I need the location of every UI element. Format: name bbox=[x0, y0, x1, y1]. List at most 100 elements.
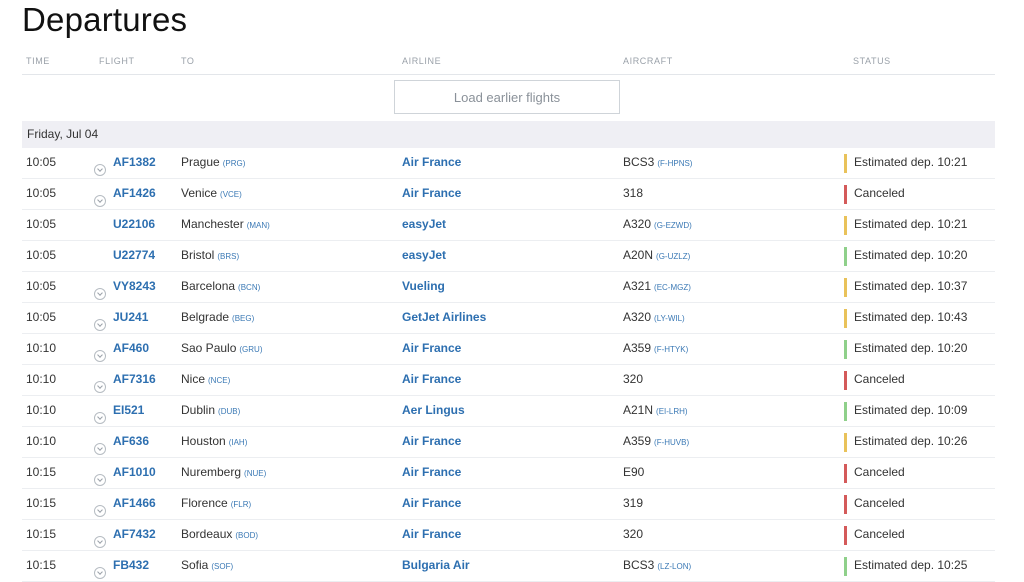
aircraft-registration[interactable]: (G-UZLZ) bbox=[656, 252, 690, 261]
flight-number-link[interactable]: U22774 bbox=[113, 241, 155, 271]
chevron-down-icon[interactable] bbox=[94, 350, 106, 362]
aircraft-type: BCS3 bbox=[623, 155, 655, 169]
aircraft-registration[interactable]: (F-HTYK) bbox=[654, 345, 688, 354]
chevron-down-icon[interactable] bbox=[94, 381, 106, 393]
airline-link[interactable]: Air France bbox=[402, 458, 461, 488]
flight-number-link[interactable]: VY8243 bbox=[113, 272, 156, 302]
aircraft: 319 bbox=[623, 489, 643, 519]
table-row[interactable]: 10:15 AF7432 Bordeaux (BOD) Air France 320 Can… bbox=[22, 520, 995, 551]
aircraft-type: E90 bbox=[623, 465, 645, 479]
airline-link[interactable]: GetJet Airlines bbox=[402, 303, 486, 333]
aircraft-registration[interactable]: (F-HPNS) bbox=[657, 159, 692, 168]
airline-link[interactable]: Air France bbox=[402, 334, 461, 364]
destination-city: Dublin bbox=[181, 403, 216, 417]
destination: Florence (FLR) bbox=[181, 489, 251, 519]
table-row[interactable]: 10:10 AF636 Houston (IAH) Air France A359 (F-H… bbox=[22, 427, 995, 458]
table-row[interactable]: 10:05 AF1426 Venice (VCE) Air France 318 Cance… bbox=[22, 179, 995, 210]
chevron-down-icon[interactable] bbox=[94, 443, 106, 455]
airline-link[interactable]: Air France bbox=[402, 489, 461, 519]
page-title: Departures bbox=[22, 1, 188, 38]
departure-time: 10:05 bbox=[26, 310, 57, 324]
flight-number-link[interactable]: AF7432 bbox=[113, 520, 156, 550]
flight-number-link[interactable]: JU241 bbox=[113, 303, 148, 333]
expand-row-toggle[interactable] bbox=[94, 559, 106, 579]
chevron-down-icon[interactable] bbox=[94, 505, 106, 517]
destination-city: Florence bbox=[181, 496, 228, 510]
expand-row-toggle[interactable] bbox=[94, 373, 106, 393]
table-row[interactable]: 10:10 EI521 Dublin (DUB) Aer Lingus A21N (EI-L… bbox=[22, 396, 995, 427]
expand-row-toggle[interactable] bbox=[94, 280, 106, 300]
flight-number-link[interactable]: AF1426 bbox=[113, 179, 156, 209]
status-indicator bbox=[844, 557, 847, 576]
expand-row-toggle[interactable] bbox=[94, 311, 106, 331]
chevron-down-icon[interactable] bbox=[94, 195, 106, 207]
status-indicator bbox=[844, 340, 847, 359]
expand-row-toggle[interactable] bbox=[94, 528, 106, 548]
flight-number-link[interactable]: AF1466 bbox=[113, 489, 156, 519]
aircraft-registration[interactable]: (LY-WIL) bbox=[654, 314, 685, 323]
load-earlier-flights-button[interactable]: Load earlier flights bbox=[394, 80, 620, 114]
flight-number-link[interactable]: AF460 bbox=[113, 334, 149, 364]
status-text: Estimated dep. 10:26 bbox=[854, 434, 968, 448]
table-row[interactable]: 10:15 AF1010 Nuremberg (NUE) Air France E90 Ca… bbox=[22, 458, 995, 489]
table-row[interactable]: 10:15 AF1466 Florence (FLR) Air France 319 Can… bbox=[22, 489, 995, 520]
table-row[interactable]: 10:15 FB432 Sofia (SOF) Bulgaria Air BCS3 (LZ-… bbox=[22, 551, 995, 582]
table-row[interactable]: 10:05 AF1382 Prague (PRG) Air France BCS3 (F-H… bbox=[22, 148, 995, 179]
airline-link[interactable]: Air France bbox=[402, 179, 461, 209]
airline-link[interactable]: easyJet bbox=[402, 210, 446, 240]
airline-link[interactable]: Aer Lingus bbox=[402, 396, 465, 426]
airline-link[interactable]: Air France bbox=[402, 427, 461, 457]
flight-number-link[interactable]: U22106 bbox=[113, 210, 155, 240]
expand-row-toggle[interactable] bbox=[94, 404, 106, 424]
aircraft-registration[interactable]: (F-HUVB) bbox=[654, 438, 689, 447]
airline-link[interactable]: easyJet bbox=[402, 241, 446, 271]
airline-link[interactable]: Vueling bbox=[402, 272, 445, 302]
chevron-down-icon[interactable] bbox=[94, 164, 106, 176]
chevron-down-icon[interactable] bbox=[94, 567, 106, 579]
aircraft-registration[interactable]: (G-EZWD) bbox=[654, 221, 692, 230]
expand-row-toggle[interactable] bbox=[94, 435, 106, 455]
chevron-down-icon[interactable] bbox=[94, 288, 106, 300]
column-header-aircraft: AIRCRAFT bbox=[623, 56, 673, 66]
aircraft-registration[interactable]: (LZ-LON) bbox=[657, 562, 691, 571]
flight-number-link[interactable]: AF1382 bbox=[113, 148, 156, 178]
table-row[interactable]: 10:10 AF7316 Nice (NCE) Air France 320 Cancele… bbox=[22, 365, 995, 396]
airline-link[interactable]: Air France bbox=[402, 365, 461, 395]
airline-link[interactable]: Air France bbox=[402, 520, 461, 550]
airline-link[interactable]: Bulgaria Air bbox=[402, 551, 470, 581]
table-row[interactable]: 10:05 VY8243 Barcelona (BCN) Vueling A321 (EC-… bbox=[22, 272, 995, 303]
departure-time: 10:10 bbox=[26, 403, 57, 417]
departure-time: 10:15 bbox=[26, 558, 57, 572]
destination: Dublin (DUB) bbox=[181, 396, 240, 426]
destination-city: Belgrade bbox=[181, 310, 230, 324]
status-indicator bbox=[844, 526, 847, 545]
chevron-down-icon[interactable] bbox=[94, 474, 106, 486]
expand-row-toggle[interactable] bbox=[94, 156, 106, 176]
aircraft-type: A359 bbox=[623, 434, 652, 448]
flight-number-link[interactable]: AF636 bbox=[113, 427, 149, 457]
expand-row-toggle[interactable] bbox=[94, 466, 106, 486]
expand-row-toggle[interactable] bbox=[94, 187, 106, 207]
aircraft-type: A321 bbox=[623, 279, 652, 293]
chevron-down-icon[interactable] bbox=[94, 412, 106, 424]
departure-time: 10:05 bbox=[26, 186, 57, 200]
destination-code: (NUE) bbox=[244, 469, 267, 478]
header-divider bbox=[22, 74, 995, 75]
flight-number-link[interactable]: AF7316 bbox=[113, 365, 156, 395]
expand-row-toggle[interactable] bbox=[94, 497, 106, 517]
table-row[interactable]: 10:10 AF460 Sao Paulo (GRU) Air France A359 (F… bbox=[22, 334, 995, 365]
expand-row-toggle[interactable] bbox=[94, 342, 106, 362]
column-header-time: TIME bbox=[26, 56, 50, 66]
flight-number-link[interactable]: FB432 bbox=[113, 551, 149, 581]
table-row[interactable]: 10:05 JU241 Belgrade (BEG) GetJet Airlines A3… bbox=[22, 303, 995, 334]
aircraft-registration[interactable]: (EC-MGZ) bbox=[654, 283, 691, 292]
status-text: Canceled bbox=[854, 372, 905, 386]
table-row[interactable]: 10:05 U22774 Bristol (BRS) easyJet A20N (G-UZL… bbox=[22, 241, 995, 272]
airline-link[interactable]: Air France bbox=[402, 148, 461, 178]
table-row[interactable]: 10:05 U22106 Manchester (MAN) easyJet A320 (G-… bbox=[22, 210, 995, 241]
flight-number-link[interactable]: EI521 bbox=[113, 396, 144, 426]
aircraft-registration[interactable]: (EI-LRH) bbox=[656, 407, 688, 416]
chevron-down-icon[interactable] bbox=[94, 536, 106, 548]
chevron-down-icon[interactable] bbox=[94, 319, 106, 331]
flight-number-link[interactable]: AF1010 bbox=[113, 458, 156, 488]
